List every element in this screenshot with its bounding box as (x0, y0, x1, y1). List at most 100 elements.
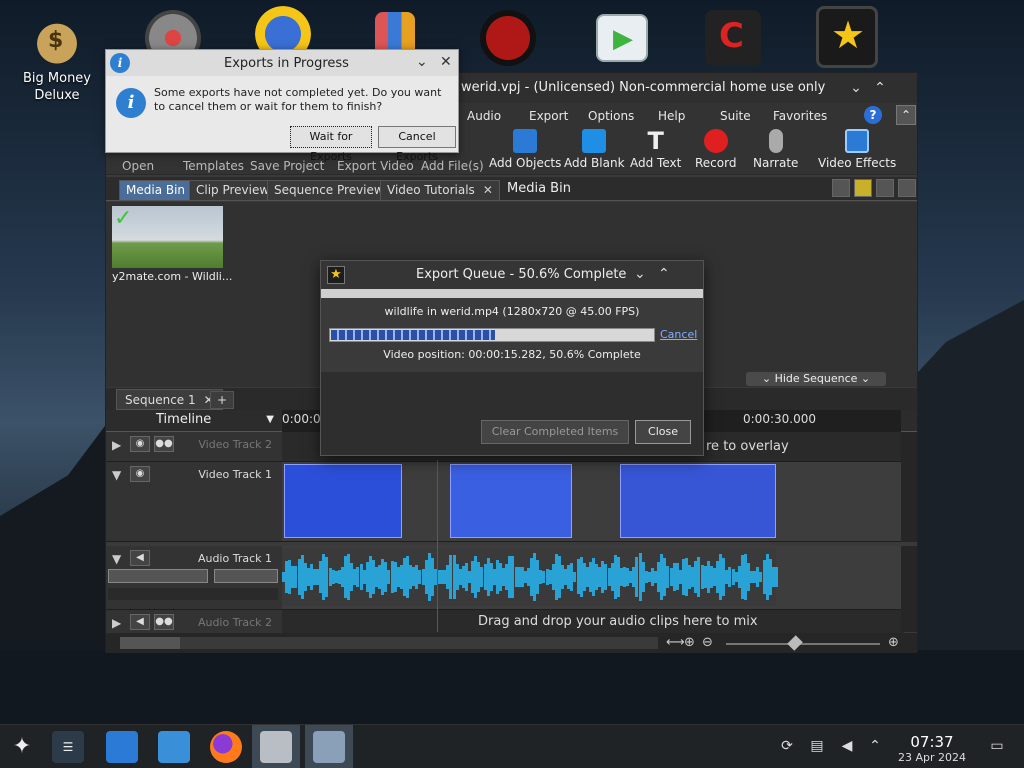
collapse-ribbon-icon[interactable]: ⌃ (896, 105, 916, 125)
trash-icon[interactable] (832, 179, 850, 197)
scroll-thumb[interactable] (120, 637, 180, 649)
menu-help[interactable]: Help (658, 109, 685, 123)
timeline-dropdown[interactable]: Timeline ▼ (130, 412, 280, 430)
updates-icon[interactable]: ⟳ (778, 737, 796, 755)
zoom-in-icon[interactable]: ⊕ (888, 635, 899, 650)
close-button[interactable]: Close (635, 420, 691, 444)
volume-slider[interactable] (108, 569, 208, 583)
track-body[interactable] (282, 546, 904, 609)
video-vertical-scrollbar[interactable] (901, 432, 917, 542)
pan-slider[interactable] (214, 569, 278, 583)
track-header: ▶ ◉ ●● Video Track 2 (106, 432, 282, 461)
video-clip[interactable] (284, 464, 402, 538)
star-icon: ★ (327, 266, 345, 284)
export-progress-bar (329, 328, 655, 342)
menu-favorites[interactable]: Favorites (773, 109, 827, 123)
collapse-triangle-icon[interactable]: ▼ (112, 552, 121, 566)
add-text-button[interactable]: T Add Text (630, 129, 681, 170)
media-clip-label: y2mate.com - Wildli... (112, 270, 233, 283)
clock[interactable]: 07:37 23 Apr 2024 (894, 733, 970, 764)
exports-in-progress-dialog: i Exports in Progress ⌄ ✕ i Some exports… (105, 49, 459, 163)
expand-triangle-icon[interactable]: ▶ (112, 616, 121, 630)
eye-icon[interactable]: ◉ (130, 436, 150, 452)
minimize-chevron-icon[interactable]: ⌄ (634, 266, 646, 282)
desktop-icon-record-red[interactable] (463, 10, 553, 66)
show-desktop-icon[interactable]: ▭ (988, 737, 1006, 755)
desktop-icon-player[interactable]: ▶ (577, 14, 667, 62)
open-button[interactable]: Open (122, 159, 154, 173)
menu-options[interactable]: Options (588, 109, 634, 123)
add-objects-button[interactable]: Add Objects (489, 129, 561, 170)
menu-audio[interactable]: Audio (467, 109, 501, 123)
timeline-horizontal-scrollbar: ⟷ ⊕ ⊖ ⊕ (106, 633, 917, 653)
menu-suite[interactable]: Suite (720, 109, 751, 123)
clear-completed-items-button[interactable]: Clear Completed Items (481, 420, 629, 444)
add-blank-button[interactable]: Add Blank (564, 129, 625, 170)
record-button[interactable]: Record (695, 129, 736, 170)
fit-icon[interactable]: ⟷ (666, 635, 685, 650)
maximize-chevron-icon[interactable]: ⌃ (658, 266, 670, 282)
maximize-chevron-icon[interactable]: ⌃ (870, 78, 890, 98)
playhead[interactable] (437, 460, 438, 632)
tab-clip-preview[interactable]: Clip Preview (189, 180, 277, 200)
speaker-icon[interactable]: ◀ (130, 614, 150, 630)
narrate-button[interactable]: Narrate (753, 129, 798, 170)
zoom-slider[interactable] (726, 643, 880, 645)
collapse-triangle-icon[interactable]: ▼ (112, 468, 121, 482)
tab-sequence-preview[interactable]: Sequence Preview (267, 180, 391, 200)
list-view-icon[interactable] (876, 179, 894, 197)
audio-waveform[interactable] (282, 548, 778, 606)
tab-sequence-1[interactable]: Sequence 1 ✕ (116, 389, 223, 410)
minimize-chevron-icon[interactable]: ⌄ (846, 78, 866, 98)
minimize-chevron-icon[interactable]: ⌄ (416, 54, 428, 70)
close-icon[interactable]: ✕ (440, 54, 452, 70)
tray-expand-icon[interactable]: ⌃ (866, 737, 884, 755)
track-header: ▶ ◀ ●● Audio Track 2 (106, 610, 282, 633)
track-body[interactable]: Drag and drop your audio clips here to m… (282, 610, 904, 633)
help-icon[interactable]: ? (864, 106, 882, 124)
folder-icon[interactable] (854, 179, 872, 197)
track-name: Audio Track 1 (197, 552, 272, 565)
app-launcher-icon[interactable]: ✦ (6, 731, 38, 763)
video-clip[interactable] (620, 464, 776, 538)
audio-track-1: ▼ ◀ Audio Track 1 (106, 546, 904, 610)
export-progress-fill (331, 330, 495, 340)
zoom-fit-icon[interactable]: ⊕ (684, 635, 695, 650)
clipboard-icon[interactable]: ▤ (808, 737, 826, 755)
media-clip-thumbnail[interactable]: ✓ (112, 206, 223, 268)
cancel-export-link[interactable]: Cancel (660, 328, 697, 341)
firefox-icon[interactable] (210, 731, 242, 763)
add-sequence-button[interactable]: + (210, 391, 234, 409)
volume-muted-icon[interactable]: ◀ (838, 737, 856, 755)
scroll-track[interactable] (120, 637, 658, 649)
users-icon[interactable]: ●● (154, 436, 174, 452)
audio-vertical-scrollbar[interactable] (901, 546, 917, 632)
eye-icon[interactable]: ◉ (130, 466, 150, 482)
video-position-text: Video position: 00:00:15.282, 50.6% Comp… (383, 348, 641, 361)
speaker-icon[interactable]: ◀ (130, 550, 150, 566)
zoom-slider-thumb[interactable] (787, 635, 803, 651)
video-effects-button[interactable]: Video Effects (818, 129, 896, 170)
video-effects-icon (845, 129, 870, 153)
desktop-icon-videopad[interactable]: ★ (802, 6, 892, 68)
store-bag-icon[interactable] (106, 731, 138, 763)
clock-time: 07:37 (910, 733, 954, 751)
settings-sliders-icon[interactable]: ☰ (52, 731, 84, 763)
menu-export[interactable]: Export (529, 109, 568, 123)
hide-sequence-button[interactable]: ⌄ Hide Sequence ⌄ (746, 372, 886, 386)
users-icon[interactable]: ●● (154, 614, 174, 630)
track-body[interactable] (282, 462, 904, 541)
tab-video-tutorials[interactable]: Video Tutorials ✕ (380, 180, 500, 200)
desktop-icon-big-money[interactable]: $ Big Money Deluxe (12, 10, 102, 104)
tab-media-bin[interactable]: Media Bin (119, 180, 193, 200)
file-manager-icon[interactable] (158, 731, 190, 763)
templates-button[interactable]: Templates (183, 159, 244, 173)
cancel-exports-button[interactable]: Cancel Exports (378, 126, 456, 163)
video-clip[interactable] (450, 464, 572, 538)
expand-triangle-icon[interactable]: ▶ (112, 438, 121, 452)
wait-for-exports-button[interactable]: Wait for Exports (290, 126, 372, 163)
close-icon[interactable]: ✕ (483, 183, 493, 197)
undock-icon[interactable] (898, 179, 916, 197)
zoom-out-icon[interactable]: ⊖ (702, 635, 713, 650)
desktop-icon-nch[interactable]: C (688, 10, 778, 66)
